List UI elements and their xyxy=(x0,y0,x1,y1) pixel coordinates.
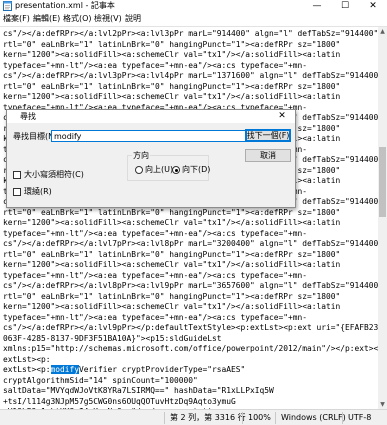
editor-line: cryptAlgorithmSid="14" spinCount="100000… xyxy=(3,375,198,385)
status-line-ending: Windows (CRLF) xyxy=(281,413,346,422)
window-title: presentation.xml - 記事本 xyxy=(15,1,115,10)
find-dialog: 尋找 ✕ 尋找目標(N): modify 找下一個(F) 取消 方向 向上(U)… xyxy=(6,109,296,208)
scrollbar-thumb[interactable] xyxy=(379,147,386,217)
editor-line: xmlns:p15="http://schemas.microsoft.com/… xyxy=(3,344,378,353)
menu-bar: 檔案(F) 編輯(E) 格式(O) 檢視(V) 說明 xyxy=(0,13,387,25)
editor-line: rtl="0" eaLnBrk="1" latinLnBrk="0" hangi… xyxy=(3,291,341,301)
editor-line-text: Verifier cryptProviderType="rsaAES" xyxy=(79,365,246,374)
text-editor-area[interactable]: cs"/></a:defRPr></a:lvl2pPr><a:lvl3pPr m… xyxy=(0,27,378,409)
find-what-input[interactable]: modify xyxy=(51,130,249,142)
direction-up-radio[interactable] xyxy=(135,166,143,174)
status-divider xyxy=(342,412,343,424)
menu-view[interactable]: 檢視(V) xyxy=(94,13,122,25)
editor-line: extLst><p: xyxy=(3,354,51,364)
status-divider xyxy=(164,412,165,424)
direction-down-radio[interactable] xyxy=(172,166,180,174)
direction-up-label[interactable]: 向上(U) xyxy=(145,164,173,175)
scroll-down-arrow-icon[interactable]: ▼ xyxy=(378,400,387,409)
editor-line: typeface="+mn-lt"/><a:ea typeface="+mn-e… xyxy=(3,60,308,70)
menu-format[interactable]: 格式(O) xyxy=(63,13,92,25)
editor-line: extLst><p:modifyVerifier cryptProviderTy… xyxy=(3,364,245,375)
status-bar: 第 2 列，第 3316 行 100% Windows (CRLF) UTF-8 xyxy=(0,409,387,425)
editor-line: kern="1200"><a:solidFill><a:schemeClr va… xyxy=(3,92,341,101)
direction-down-label[interactable]: 向下(D) xyxy=(182,164,210,175)
menu-help[interactable]: 說明 xyxy=(125,13,141,25)
editor-line: kern="1200"><a:solidFill><a:schemeClr va… xyxy=(3,260,341,269)
editor-line: typeface="+mn-lt"/><a:ea typeface="+mn-e… xyxy=(3,270,308,280)
title-bar[interactable]: presentation.xml - 記事本 — ☐ ✕ xyxy=(0,0,387,12)
menu-file[interactable]: 檔案(F) xyxy=(3,13,30,25)
scroll-up-arrow-icon[interactable]: ▲ xyxy=(378,27,387,36)
menu-edit[interactable]: 編輯(E) xyxy=(33,13,60,25)
editor-line: typeface="+mn-lt"/><a:ea typeface="+mn-e… xyxy=(3,312,308,322)
editor-line: kern="1200"><a:solidFill><a:schemeClr va… xyxy=(3,302,341,311)
find-dialog-title-bar[interactable]: 尋找 ✕ xyxy=(7,110,295,123)
vertical-scrollbar[interactable]: ▲ ▼ xyxy=(378,27,387,409)
editor-line: cs"/></a:defRPr></a:lvl2pPr><a:lvl3pPr m… xyxy=(3,29,378,38)
find-dialog-close-button[interactable]: ✕ xyxy=(271,110,293,123)
editor-line: rtl="0" eaLnBrk="1" latinLnBrk="0" hangi… xyxy=(3,207,341,217)
status-encoding: UTF-8 xyxy=(348,413,372,422)
maximize-button[interactable]: ☐ xyxy=(331,0,359,12)
status-divider xyxy=(275,412,276,424)
cancel-button[interactable]: 取消 xyxy=(245,149,291,162)
wrap-around-checkbox[interactable] xyxy=(13,188,21,196)
wrap-around-label[interactable]: 環繞(R) xyxy=(24,186,52,197)
notepad-app-icon xyxy=(3,1,12,11)
match-case-checkbox[interactable] xyxy=(13,171,21,179)
status-divider xyxy=(242,412,243,424)
editor-line: 063F-4285-8137-9DF3F51BA10A}"><p15:sldGu… xyxy=(3,333,222,343)
editor-line: kern="1200"><a:solidFill><a:schemeClr va… xyxy=(3,50,341,59)
editor-line: rtl="0" eaLnBrk="1" latinLnBrk="0" hangi… xyxy=(3,249,341,259)
editor-line: typeface="+mn-lt"/><a:ea typeface="+mn-e… xyxy=(3,228,308,238)
editor-line: cs"/></a:defRPr></a:lvl8pPr><a:lvl9pPr m… xyxy=(3,281,378,290)
find-dialog-title: 尋找 xyxy=(20,112,36,121)
search-match-highlight: modify xyxy=(50,365,80,374)
editor-line: +tsI/l114g3NJpM57g5CWG0ns6OUqQOTuvHtzDq9… xyxy=(3,396,236,406)
match-case-label[interactable]: 大小寫須相符(C) xyxy=(24,169,84,180)
editor-line: cs"/></a:defRPr></a:lvl9pPr></p:defaultT… xyxy=(3,323,378,332)
editor-line: cs"/></a:defRPr></a:lvl7pPr><a:lvl8pPr m… xyxy=(3,239,378,248)
editor-line: cs"/></a:defRPr></a:lvl3pPr><a:lvl4pPr m… xyxy=(3,71,378,80)
minimize-button[interactable]: — xyxy=(303,0,331,12)
editor-line: kern="1200"><a:solidFill><a:schemeClr va… xyxy=(3,218,341,227)
editor-line: saltData="MVYqdWJoVtK8YRa7LSIRMQ==" hash… xyxy=(3,386,274,395)
status-position: 第 2 列，第 3316 行 xyxy=(170,413,246,422)
editor-line: rtl="0" eaLnBrk="1" latinLnBrk="0" hangi… xyxy=(3,81,341,91)
editor-line-text: extLst><p: xyxy=(3,365,51,374)
notepad-window: presentation.xml - 記事本 — ☐ ✕ 檔案(F) 編輯(E)… xyxy=(0,0,387,425)
editor-line: rtl="0" eaLnBrk="1" latinLnBrk="0" hangi… xyxy=(3,39,341,49)
status-zoom: 100% xyxy=(248,413,271,422)
close-window-button[interactable]: ✕ xyxy=(359,0,387,12)
direction-label: 方向 xyxy=(132,150,150,161)
find-next-button[interactable]: 找下一個(F) xyxy=(245,129,291,142)
